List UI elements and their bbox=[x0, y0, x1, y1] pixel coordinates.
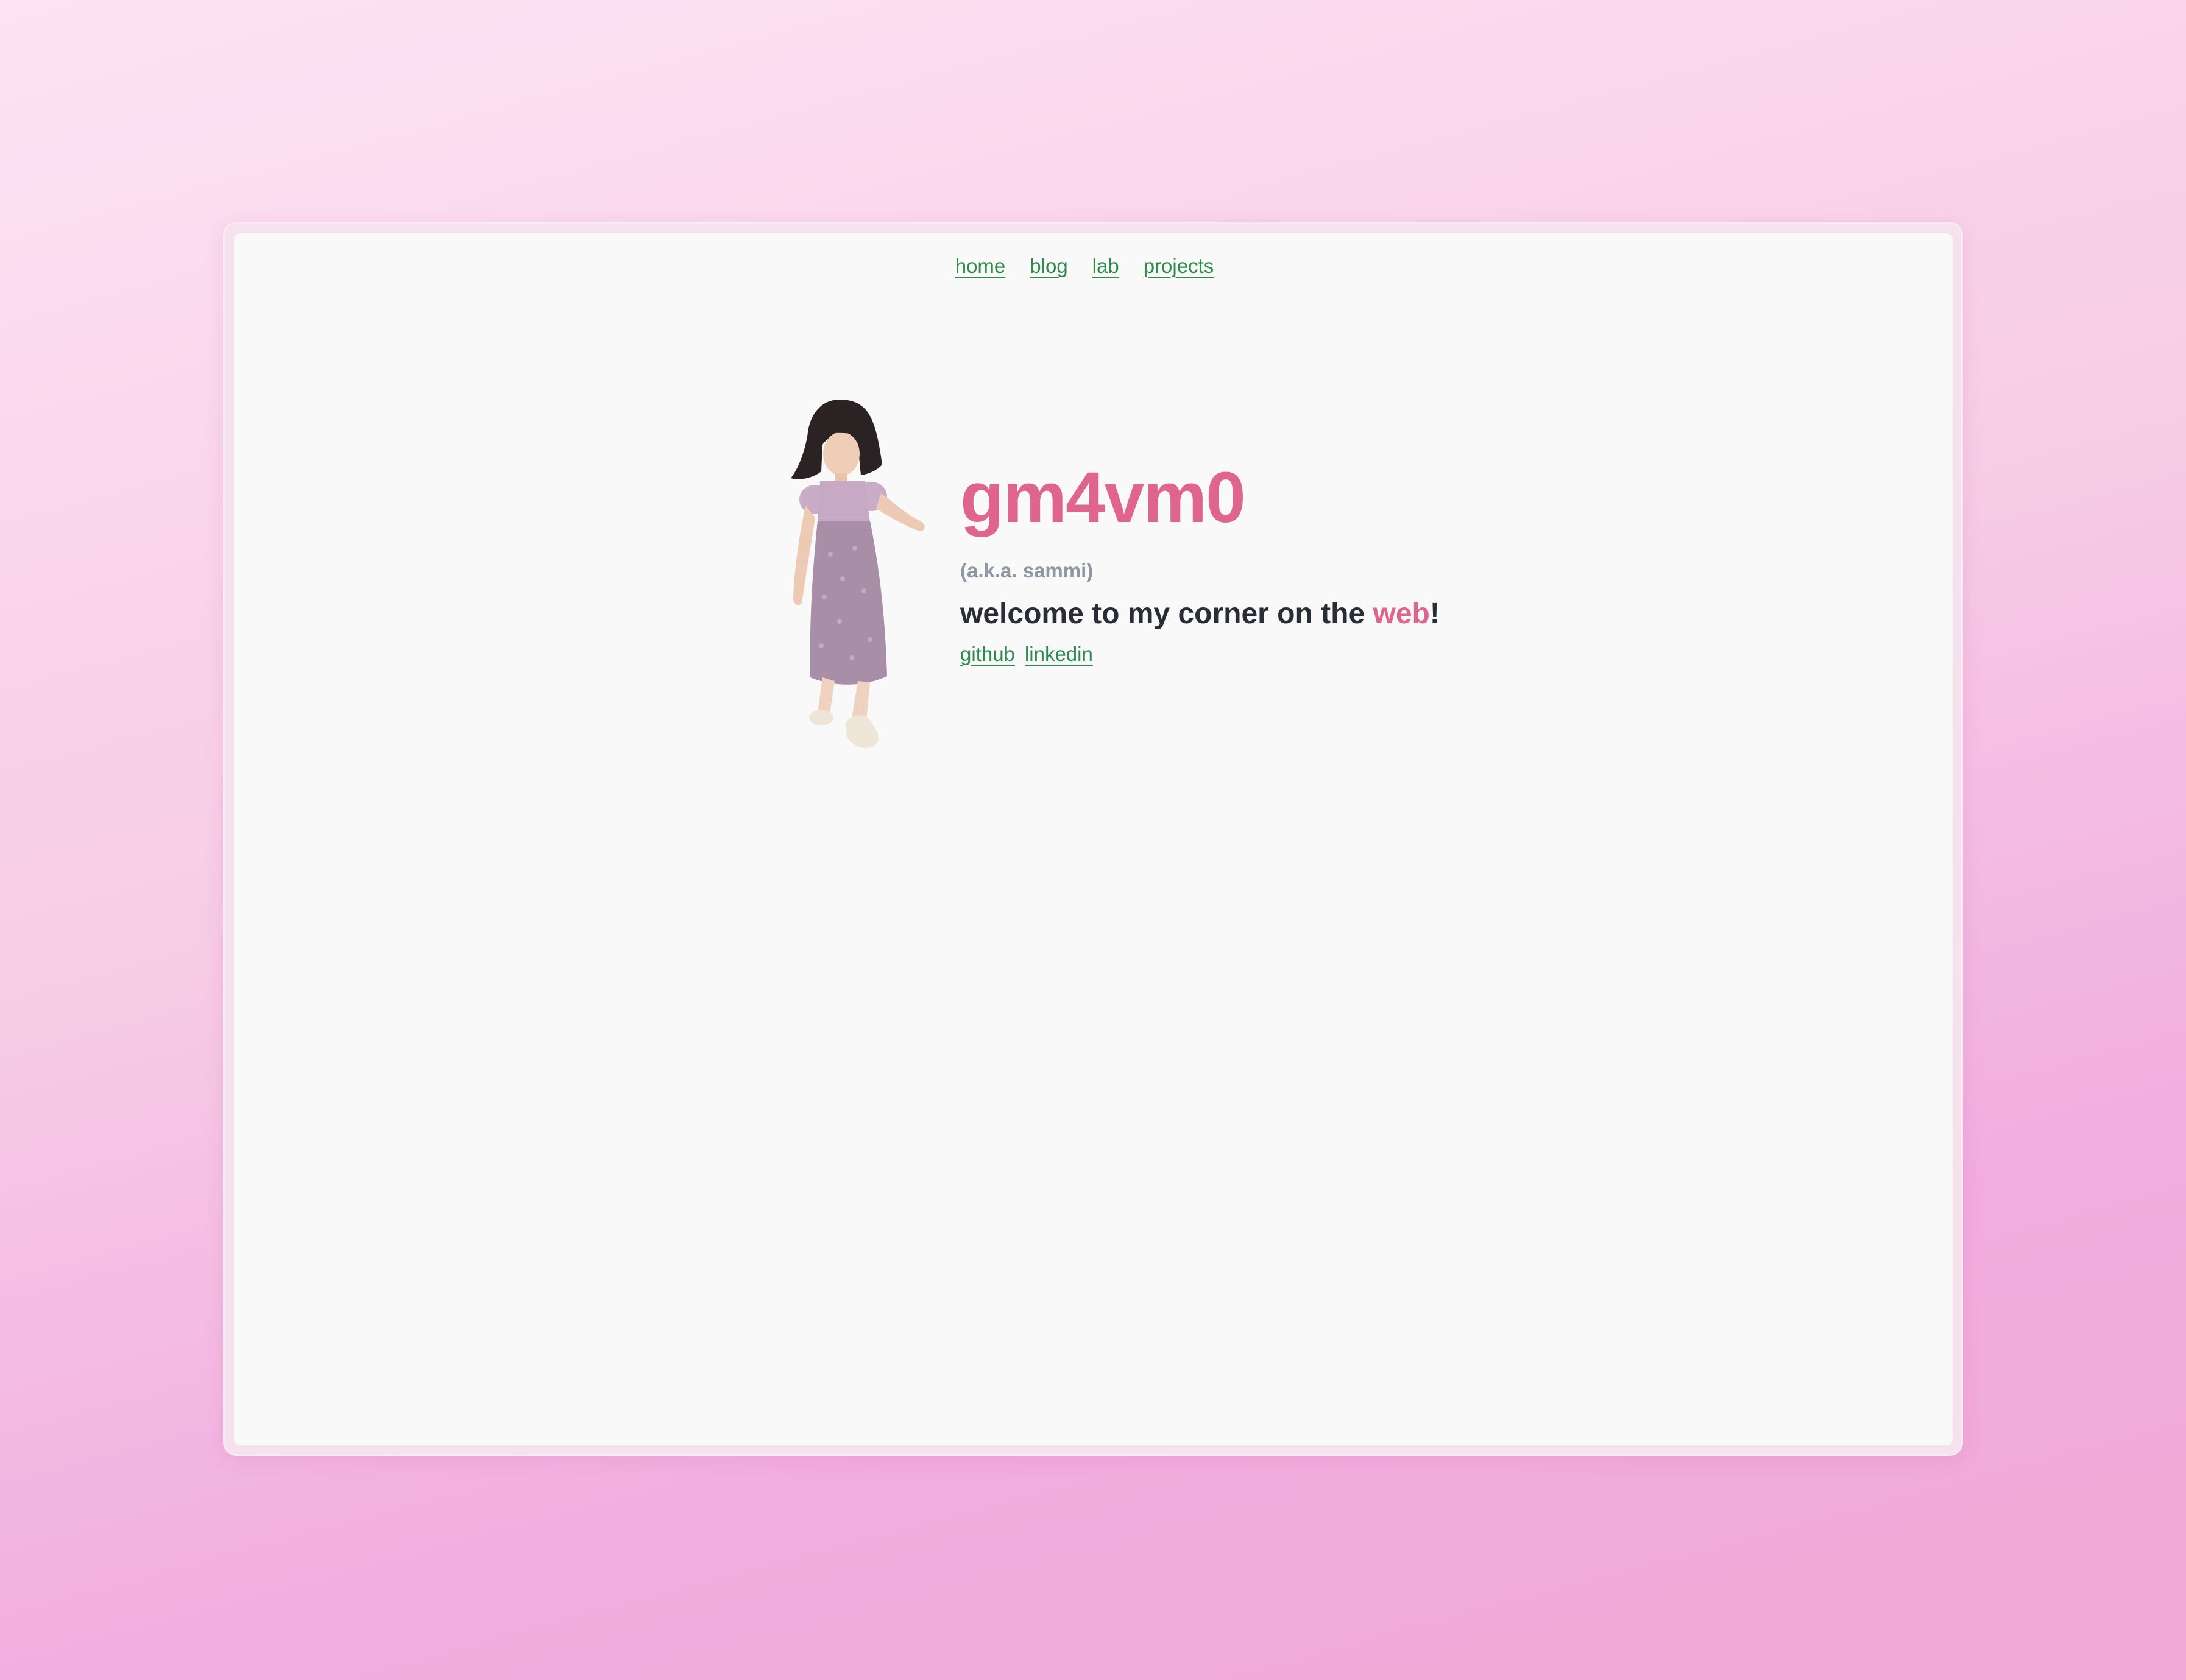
welcome-suffix: ! bbox=[1429, 598, 1440, 630]
hero-section: gm4vm0 (a.k.a. sammi) welcome to my corn… bbox=[960, 462, 1440, 666]
content-panel bbox=[234, 233, 1953, 1445]
social-links: github linkedin bbox=[960, 643, 1440, 666]
avatar-face bbox=[823, 432, 860, 476]
avatar-dress bbox=[810, 521, 887, 685]
welcome-accent-word: web bbox=[1373, 598, 1430, 630]
welcome-message: welcome to my corner on the web! bbox=[960, 597, 1440, 630]
avatar-image bbox=[791, 400, 925, 749]
linkedin-link[interactable]: linkedin bbox=[1025, 643, 1093, 666]
welcome-prefix: welcome to my corner on the bbox=[960, 598, 1373, 630]
site-title: gm4vm0 bbox=[960, 457, 1246, 538]
nav-blog-link[interactable]: blog bbox=[1030, 255, 1067, 278]
nav-lab-link[interactable]: lab bbox=[1092, 255, 1119, 278]
nav-projects-link[interactable]: projects bbox=[1144, 255, 1214, 278]
top-nav: home blog lab projects bbox=[0, 255, 2177, 278]
nav-home-link[interactable]: home bbox=[955, 255, 1006, 278]
aka-subtitle: (a.k.a. sammi) bbox=[960, 559, 1094, 582]
github-link[interactable]: github bbox=[960, 643, 1015, 666]
